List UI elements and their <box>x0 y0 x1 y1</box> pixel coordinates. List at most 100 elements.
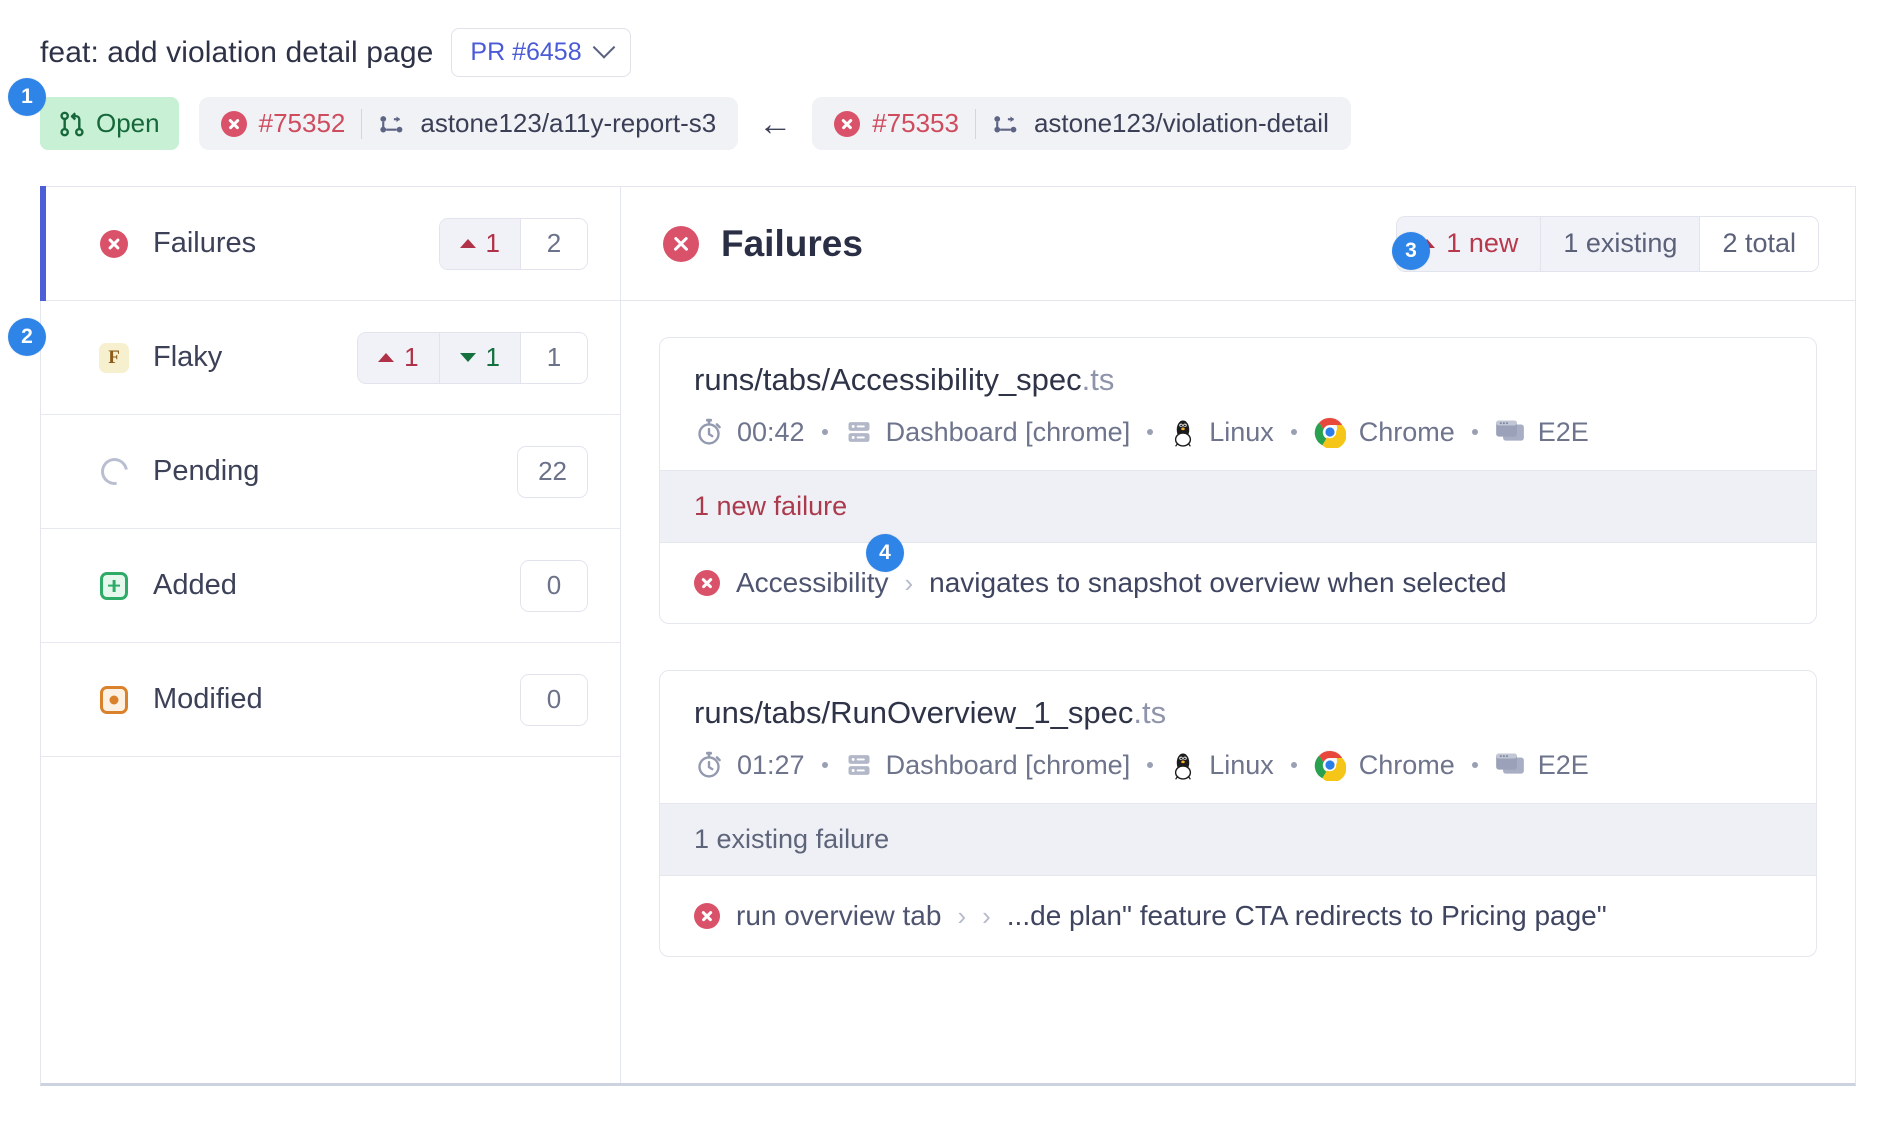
triangle-up-icon <box>460 239 476 248</box>
server-icon <box>845 751 873 779</box>
tab-existing[interactable]: 1 existing <box>1541 217 1700 271</box>
badge-total: 1 <box>521 333 587 383</box>
x-circle-icon <box>99 229 129 259</box>
chip-divider <box>361 109 362 139</box>
branch-chip-base[interactable]: #75352 astone123/a11y-report-s3 <box>199 97 739 150</box>
pr-selector-chip[interactable]: PR #6458 <box>451 28 630 77</box>
sidebar-item-flaky[interactable]: F Flaky 1 1 1 <box>41 301 620 415</box>
annotation-badge-3: 3 <box>1392 232 1430 270</box>
main-header: Failures 1 new 1 existing 2 total <box>621 187 1855 301</box>
flaky-f-icon: F <box>99 343 129 373</box>
badge-total: 0 <box>521 561 587 611</box>
sidebar-item-added[interactable]: Added 0 <box>41 529 620 643</box>
meta-os-label: Linux <box>1209 750 1274 781</box>
arrow-left-icon: ← <box>758 107 792 141</box>
branch-right[interactable]: astone123/violation-detail <box>992 108 1329 139</box>
sidebar-item-label: Added <box>153 569 520 602</box>
failure-list: runs/tabs/Accessibility_spec.ts 00:4 <box>621 301 1855 1083</box>
meta-kind-label: E2E <box>1538 417 1589 448</box>
meta-group-label: Dashboard [chrome] <box>886 417 1131 448</box>
test-title: ...de plan" feature CTA redirects to Pri… <box>1007 900 1607 932</box>
failure-group-header: 1 new failure <box>660 470 1816 543</box>
meta-duration: 00:42 <box>694 417 805 448</box>
meta-os: Linux <box>1170 750 1274 781</box>
stopwatch-icon <box>694 417 724 447</box>
meta-browser-label: Chrome <box>1359 417 1455 448</box>
x-circle-icon <box>663 226 699 262</box>
run-id-left[interactable]: #75352 <box>221 108 346 139</box>
meta-browser: Chrome <box>1314 749 1455 781</box>
meta-group: Dashboard [chrome] <box>845 417 1131 448</box>
branch-left[interactable]: astone123/a11y-report-s3 <box>378 108 716 139</box>
badge-total: 22 <box>518 447 587 497</box>
test-suite-name: run overview tab <box>736 900 941 932</box>
annotation-badge-2: 2 <box>8 318 46 356</box>
linux-penguin-icon <box>1170 417 1196 447</box>
stopwatch-icon <box>694 750 724 780</box>
sidebar-badge-failures: 1 2 <box>439 218 588 270</box>
failure-filter-tabs: 1 new 1 existing 2 total <box>1396 216 1819 272</box>
failure-card-header: runs/tabs/RunOverview_1_spec.ts 01:2 <box>660 671 1816 803</box>
failed-test-row[interactable]: Accessibility › navigates to snapshot ov… <box>660 543 1816 623</box>
sidebar-item-modified[interactable]: Modified 0 <box>41 643 620 757</box>
sidebar-badge-modified: 0 <box>520 674 588 726</box>
failure-card[interactable]: runs/tabs/Accessibility_spec.ts 00:4 <box>659 337 1817 624</box>
chrome-icon <box>1314 416 1346 448</box>
status-badge-label: Open <box>96 108 160 139</box>
tab-total[interactable]: 2 total <box>1700 217 1818 271</box>
meta-browser-label: Chrome <box>1359 750 1455 781</box>
sidebar-badge-flaky: 1 1 1 <box>357 332 588 384</box>
run-id-right[interactable]: #75353 <box>834 108 959 139</box>
sidebar-badge-pending: 22 <box>517 446 588 498</box>
badge-new: 1 <box>440 219 521 269</box>
meta-os-label: Linux <box>1209 417 1274 448</box>
main-title: Failures <box>721 223 863 265</box>
spec-file-ext: .ts <box>1082 362 1115 397</box>
branch-chip-head[interactable]: #75353 astone123/violation-detail <box>812 97 1351 150</box>
badge-total: 2 <box>521 219 587 269</box>
meta-kind: E2E <box>1495 417 1589 448</box>
page-header: feat: add violation detail page PR #6458… <box>0 0 1896 150</box>
meta-separator-dot <box>1291 429 1297 435</box>
run-id-left-label: #75352 <box>259 108 346 139</box>
sidebar-item-pending[interactable]: Pending 22 <box>41 415 620 529</box>
meta-separator-dot <box>822 429 828 435</box>
spec-file-path[interactable]: runs/tabs/Accessibility_spec.ts <box>694 362 1782 398</box>
spec-file-name: runs/tabs/Accessibility_spec <box>694 362 1082 397</box>
meta-duration-label: 00:42 <box>737 417 805 448</box>
badge-new: 1 <box>358 333 439 383</box>
failed-test-row[interactable]: run overview tab › › ...de plan" feature… <box>660 876 1816 956</box>
badge-new-value: 1 <box>486 228 500 259</box>
spec-meta-row: 01:27 Dashboard <box>694 749 1782 781</box>
content-area: Failures 1 2 F Flaky 1 1 <box>40 186 1856 1086</box>
x-circle-icon <box>834 111 860 137</box>
chip-divider <box>975 109 976 139</box>
badge-fixed-value: 1 <box>486 342 500 373</box>
annotation-badge-4: 4 <box>866 534 904 572</box>
meta-browser: Chrome <box>1314 416 1455 448</box>
run-id-right-label: #75353 <box>872 108 959 139</box>
sidebar-item-label: Pending <box>153 455 517 488</box>
spinner-icon <box>99 457 129 487</box>
spec-file-name: runs/tabs/RunOverview_1_spec <box>694 695 1133 730</box>
failure-card-header: runs/tabs/Accessibility_spec.ts 00:4 <box>660 338 1816 470</box>
meta-separator-dot <box>1291 762 1297 768</box>
test-title: navigates to snapshot overview when sele… <box>929 567 1506 599</box>
failure-card[interactable]: runs/tabs/RunOverview_1_spec.ts 01:2 <box>659 670 1817 957</box>
linux-penguin-icon <box>1170 750 1196 780</box>
title-row: feat: add violation detail page PR #6458 <box>40 28 1896 77</box>
branch-left-label: astone123/a11y-report-s3 <box>420 108 716 139</box>
sidebar-item-failures[interactable]: Failures 1 2 <box>41 187 620 301</box>
spec-file-path[interactable]: runs/tabs/RunOverview_1_spec.ts <box>694 695 1782 731</box>
tab-new-label: 1 new <box>1446 228 1518 259</box>
triangle-up-icon <box>378 353 394 362</box>
meta-separator-dot <box>1147 429 1153 435</box>
meta-kind: E2E <box>1495 750 1589 781</box>
chevron-right-icon: › <box>982 901 991 932</box>
sidebar-item-label: Failures <box>153 227 439 260</box>
plus-square-icon <box>99 571 129 601</box>
meta-group: Dashboard [chrome] <box>845 750 1131 781</box>
x-circle-icon <box>221 111 247 137</box>
meta-group-label: Dashboard [chrome] <box>886 750 1131 781</box>
browser-windows-icon <box>1495 752 1525 778</box>
